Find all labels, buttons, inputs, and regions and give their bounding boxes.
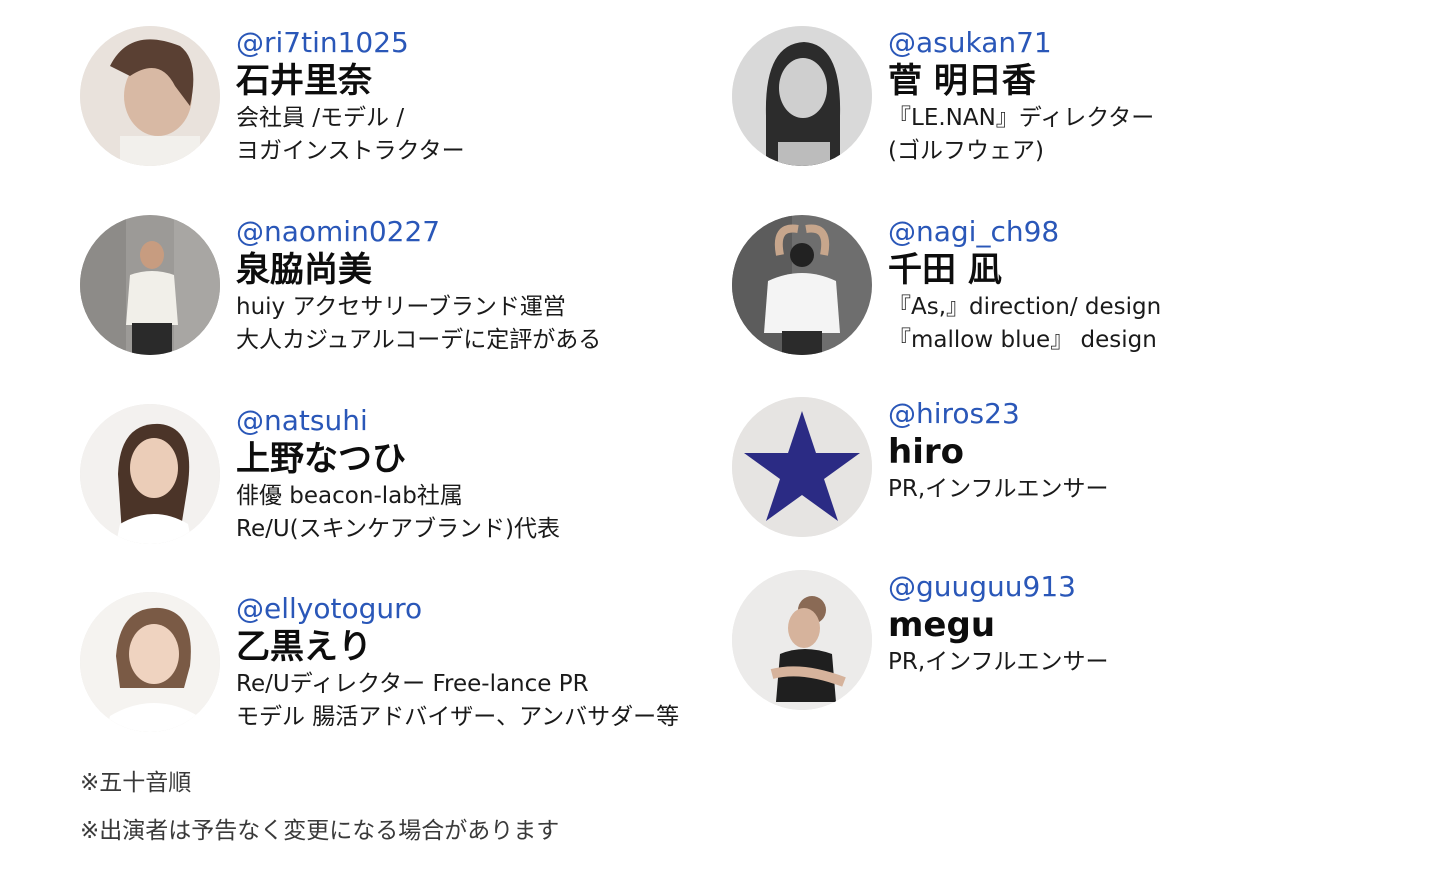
avatar [732, 26, 872, 166]
profile-handle[interactable]: @hiros23 [888, 397, 1358, 431]
profile-name: 石井里奈 [236, 61, 372, 101]
avatar [732, 215, 872, 355]
profile-name: megu [888, 605, 996, 645]
profile-desc-line: 大人カジュアルコーデに定評がある [236, 327, 602, 353]
avatar [732, 570, 872, 710]
avatar [80, 404, 220, 544]
profile-card-asukan71: @asukan71 菅 明日香 『LE.NAN』ディレクター (ゴルフウェア) [732, 26, 1352, 186]
profile-card-ellyotoguro: @ellyotoguro 乙黒えり Re/Uディレクター Free-lance … [80, 592, 700, 752]
portrait-photo [80, 592, 220, 732]
portrait-photo [732, 570, 872, 710]
note-order: ※五十音順 [80, 770, 192, 796]
portrait-photo [80, 215, 220, 355]
profile-desc-line: PR,インフルエンサー [888, 476, 1109, 502]
profile-card-nagi_ch98: @nagi_ch98 千田 凪 『As,』direction/ design 『… [732, 215, 1352, 375]
profile-name: 泉脇尚美 [236, 250, 372, 290]
star-icon [732, 397, 872, 537]
profile-card-naomin0227: @naomin0227 泉脇尚美 huiy アクセサリーブランド運営 大人カジュ… [80, 215, 700, 375]
profile-handle[interactable]: @naomin0227 [236, 215, 706, 249]
avatar [732, 397, 872, 537]
profile-desc-line: モデル 腸活アドバイザー、アンバサダー等 [236, 704, 680, 730]
profile-card-natsuhi: @natsuhi 上野なつひ 俳優 beacon-lab社属 Re/U(スキンケ… [80, 404, 700, 564]
profile-desc-line: huiy アクセサリーブランド運営 [236, 294, 566, 320]
profile-desc-line: 会社員 /モデル / [236, 105, 405, 131]
profile-desc-line: Re/U(スキンケアブランド)代表 [236, 516, 560, 542]
portrait-photo-monochrome [732, 26, 872, 166]
profile-desc-line: 『mallow blue』 design [888, 327, 1157, 353]
profile-desc-line: 『As,』direction/ design [888, 294, 1162, 320]
profile-name: 千田 凪 [888, 250, 1002, 290]
profile-desc-line: ヨガインストラクター [236, 138, 465, 164]
avatar [80, 26, 220, 166]
portrait-photo [80, 26, 220, 166]
profile-card-guuguu913: @guuguu913 megu PR,インフルエンサー [732, 570, 1352, 730]
profile-handle[interactable]: @natsuhi [236, 404, 706, 438]
portrait-photo [732, 215, 872, 355]
note-change: ※出演者は予告なく変更になる場合があります [80, 818, 560, 844]
profile-desc-line: 『LE.NAN』ディレクター [888, 105, 1155, 131]
profile-name: 上野なつひ [236, 439, 406, 479]
profile-handle[interactable]: @nagi_ch98 [888, 215, 1358, 249]
profile-handle[interactable]: @asukan71 [888, 26, 1358, 60]
profile-handle[interactable]: @guuguu913 [888, 570, 1358, 604]
profile-desc-line: Re/Uディレクター Free-lance PR [236, 671, 589, 697]
profile-desc-line: PR,インフルエンサー [888, 649, 1109, 675]
profile-name: 菅 明日香 [888, 61, 1036, 101]
profile-card-hiros23: @hiros23 hiro PR,インフルエンサー [732, 397, 1352, 557]
profile-card-ri7tin1025: @ri7tin1025 石井里奈 会社員 /モデル / ヨガインストラクター [80, 26, 700, 186]
profile-handle[interactable]: @ellyotoguro [236, 592, 706, 626]
profile-name: 乙黒えり [236, 627, 372, 667]
profile-desc-line: 俳優 beacon-lab社属 [236, 483, 463, 509]
avatar [80, 215, 220, 355]
profile-name: hiro [888, 432, 964, 472]
profile-handle[interactable]: @ri7tin1025 [236, 26, 706, 60]
portrait-photo [80, 404, 220, 544]
avatar [80, 592, 220, 732]
profile-desc-line: (ゴルフウェア) [888, 138, 1044, 164]
